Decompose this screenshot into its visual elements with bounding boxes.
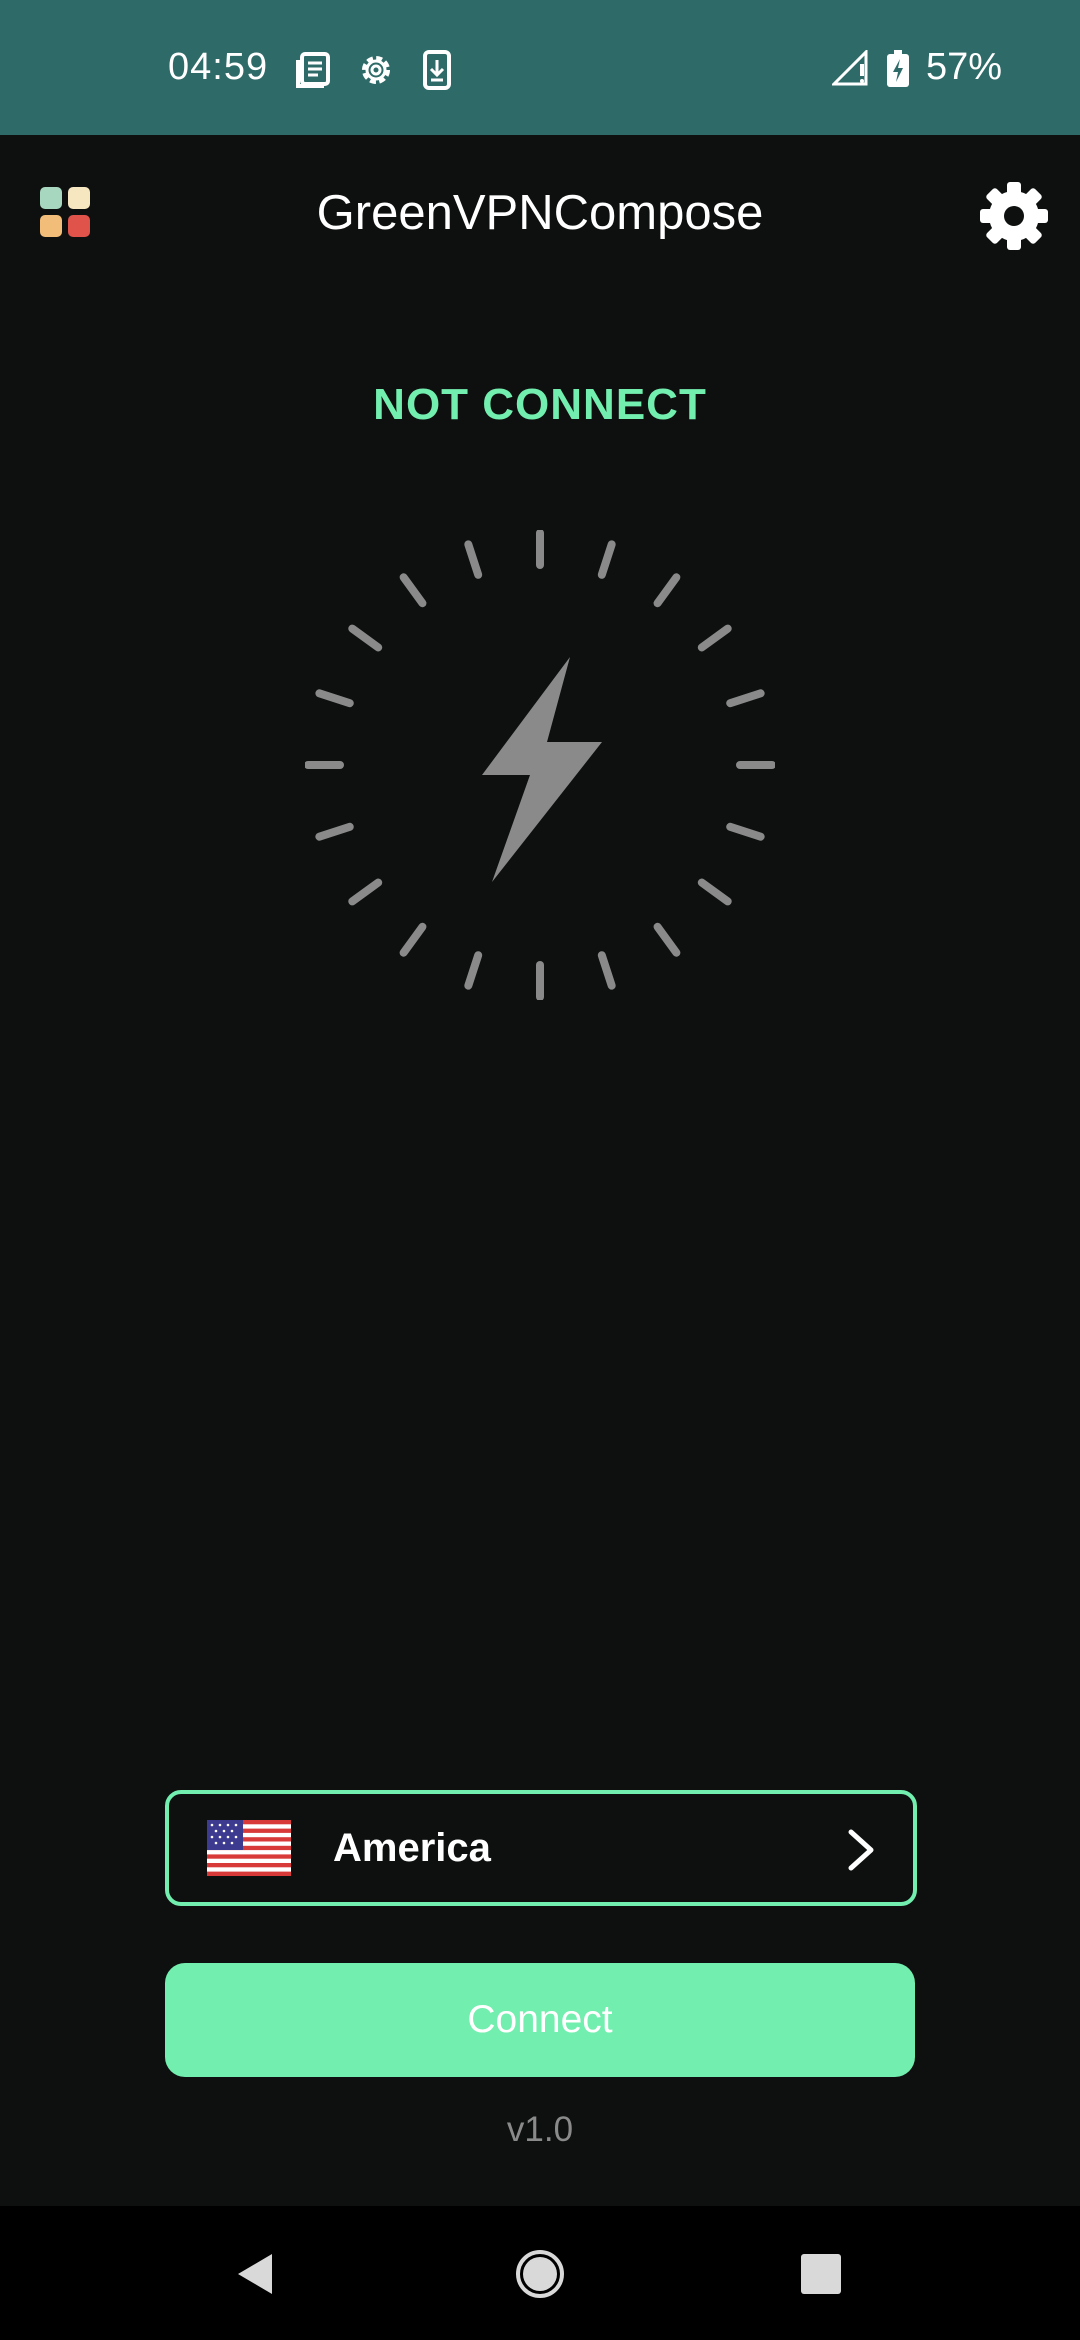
us-flag-icon [207,1820,291,1876]
dial-tick [726,822,765,841]
gear-icon[interactable] [978,180,1050,252]
dial-tick [597,951,616,990]
recents-icon[interactable] [800,2253,842,2295]
back-icon[interactable] [232,2250,278,2298]
status-bar: 04:59 57% [0,0,1080,135]
system-nav-bar [0,2206,1080,2340]
dial-tick [697,878,732,906]
dial-tick [697,624,732,652]
dial-tick [653,922,681,957]
settings-gear-icon [362,56,390,84]
dial-tick [315,689,354,708]
dial-tick [653,573,681,608]
dial-tick [348,878,383,906]
chevron-right-icon [848,1829,874,1871]
dial-tick [348,624,383,652]
status-time: 04:59 [168,46,269,88]
app-title: GreenVPNCompose [316,186,764,240]
signal-icon [832,50,868,86]
app-header: GreenVPNCompose [0,135,1080,295]
dial-tick [726,689,765,708]
dial-tick [597,540,616,579]
download-icon [423,50,451,90]
dial-tick [315,822,354,841]
version-label: v1.0 [506,2110,574,2149]
battery-percent: 57% [925,46,1002,88]
server-selector[interactable]: America [165,1790,917,1906]
news-icon [296,52,330,88]
server-name: America [333,1826,491,1870]
battery-charging-icon [887,50,909,87]
status-system-icons: 57% [832,46,1002,92]
lightning-bolt-icon [482,657,602,882]
connect-button[interactable]: Connect [165,1963,915,2077]
dial-tick [464,951,483,990]
connection-status: NOT CONNECT [373,380,707,429]
home-icon[interactable] [514,2248,566,2300]
power-button[interactable] [305,530,775,1000]
dial-tick [464,540,483,579]
dial-tick [399,573,427,608]
dial-tick [399,922,427,957]
